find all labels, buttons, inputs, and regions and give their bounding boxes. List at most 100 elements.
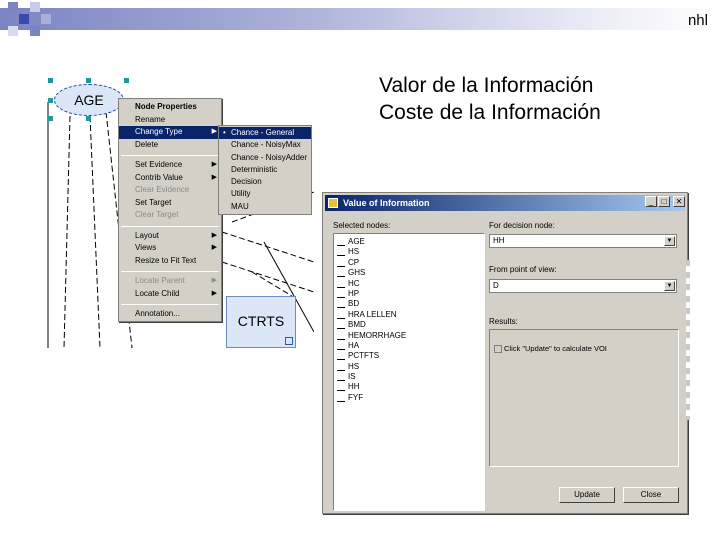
node-ctrts[interactable]: CTRTS: [226, 296, 296, 348]
submenu-item-chance-noisyadder[interactable]: Chance - NoisyAdder: [219, 152, 311, 164]
menu-separator: [121, 271, 219, 272]
close-button[interactable]: Close: [623, 487, 679, 503]
minimize-icon[interactable]: _: [645, 196, 657, 207]
update-button[interactable]: Update: [559, 487, 615, 503]
list-checkbox[interactable]: [337, 353, 345, 361]
list-checkbox[interactable]: [337, 291, 345, 298]
submenu-item-utility[interactable]: Utility: [219, 188, 311, 200]
node-name: HS: [348, 247, 360, 257]
menu-item-set-target[interactable]: Set Target: [119, 197, 221, 210]
list-checkbox[interactable]: [337, 374, 345, 382]
results-row[interactable]: Click "Update" to calculate VOI: [492, 344, 607, 354]
submenu-item-decision[interactable]: Decision: [219, 176, 311, 188]
menu-item-change-type[interactable]: Change Type ▶: [119, 126, 221, 139]
decor-square: [41, 14, 51, 24]
chevron-down-icon[interactable]: ▼: [664, 281, 675, 291]
selection-handle[interactable]: [86, 116, 91, 121]
node-name: IS: [348, 372, 356, 382]
list-checkbox[interactable]: [337, 281, 345, 288]
list-checkbox[interactable]: [337, 333, 345, 340]
list-item[interactable]: HH: [334, 382, 484, 392]
node-name: CP: [348, 257, 360, 267]
list-item[interactable]: BMD: [334, 320, 484, 330]
app-icon: [328, 198, 338, 208]
decor-square: [8, 2, 18, 12]
scrollbar[interactable]: [686, 260, 690, 420]
list-item[interactable]: HEMORRHAGE: [334, 331, 484, 341]
submenu-arrow-icon: ▶: [211, 128, 217, 135]
submenu-item-mau[interactable]: MAU: [219, 201, 311, 213]
selection-handle[interactable]: [48, 78, 53, 83]
menu-item-annotation[interactable]: Annotation...: [119, 308, 221, 321]
submenu-item-deterministic[interactable]: Deterministic: [219, 164, 311, 176]
menu-item-set-evidence[interactable]: Set Evidence ▶: [119, 159, 221, 172]
list-checkbox[interactable]: [337, 301, 345, 309]
node-name: BD: [348, 299, 360, 309]
list-checkbox[interactable]: [337, 249, 345, 257]
list-checkbox[interactable]: [337, 364, 345, 371]
menu-item-delete[interactable]: Delete: [119, 139, 221, 152]
point-of-view-value: D: [493, 281, 499, 290]
decision-node-select[interactable]: HH ▼: [489, 234, 677, 248]
list-item[interactable]: GHS: [334, 268, 484, 278]
list-item[interactable]: HRA LELLEN: [334, 310, 484, 320]
chevron-down-icon[interactable]: ▼: [664, 236, 675, 246]
list-checkbox[interactable]: [337, 312, 345, 319]
list-item[interactable]: PCTFTS: [334, 351, 484, 361]
list-checkbox[interactable]: [337, 239, 345, 246]
list-checkbox[interactable]: [337, 384, 345, 392]
menu-item-resize[interactable]: Resize to Fit Text: [119, 255, 221, 268]
selection-handle[interactable]: [124, 78, 129, 83]
list-item[interactable]: BD: [334, 299, 484, 309]
dialog-title: Value of Information: [343, 198, 430, 208]
menu-item-clear-evidence: Clear Evidence: [135, 185, 190, 194]
list-item[interactable]: CP: [334, 258, 484, 268]
list-item[interactable]: AGE: [334, 237, 484, 247]
expand-box-icon[interactable]: [494, 345, 502, 353]
list-item[interactable]: HA: [334, 341, 484, 351]
submenu-item-chance-general[interactable]: • Chance - General: [219, 127, 311, 140]
menu-item-contrib-value[interactable]: Contrib Value ▶: [119, 172, 221, 185]
selection-handle[interactable]: [86, 78, 91, 83]
close-icon[interactable]: ✕: [673, 196, 685, 207]
menu-item-rename[interactable]: Rename: [119, 114, 221, 127]
menu-item-views[interactable]: Views ▶: [119, 242, 221, 255]
selection-handle[interactable]: [48, 98, 53, 103]
menu-separator: [121, 304, 219, 305]
menu-separator: [121, 225, 219, 227]
menu-item-node-properties[interactable]: Node Properties: [119, 101, 221, 114]
point-of-view-select[interactable]: D ▼: [489, 279, 677, 293]
decor-square: [30, 26, 40, 36]
context-menu: Node Properties Rename Change Type ▶ Dele…: [118, 98, 222, 322]
list-checkbox[interactable]: [337, 260, 345, 267]
submenu-arrow-icon: ▶: [211, 161, 217, 168]
selected-nodes-list[interactable]: AGE HS CP GHS HC HP BD HRA LELLEN BMD HE…: [333, 233, 485, 511]
menu-item-locate-child[interactable]: Locate Child ▶: [119, 288, 221, 301]
menu-item-change-type-label: Change Type: [135, 127, 183, 136]
list-checkbox[interactable]: [337, 343, 345, 350]
results-label: Results:: [489, 317, 518, 326]
selected-nodes-label: Selected nodes:: [333, 221, 391, 230]
menu-item-layout[interactable]: Layout ▶: [119, 230, 221, 243]
list-item[interactable]: HS: [334, 362, 484, 372]
list-item[interactable]: FYF: [334, 393, 484, 403]
dialog-titlebar[interactable]: Value of Information: [325, 195, 685, 211]
list-checkbox[interactable]: [337, 395, 345, 402]
node-checkbox[interactable]: [285, 337, 293, 345]
node-name: GHS: [348, 268, 366, 278]
maximize-icon[interactable]: □: [658, 196, 670, 207]
list-item[interactable]: HS: [334, 247, 484, 257]
submenu-arrow-icon: ▶: [211, 244, 217, 251]
selection-handle[interactable]: [48, 116, 53, 121]
list-item[interactable]: HC: [334, 279, 484, 289]
menu-item-clear-target: Clear Target: [135, 210, 179, 219]
results-tree[interactable]: Click "Update" to calculate VOI: [489, 329, 679, 467]
list-item[interactable]: HP: [334, 289, 484, 299]
list-checkbox[interactable]: [337, 322, 345, 330]
node-age[interactable]: AGE: [54, 84, 124, 116]
list-checkbox[interactable]: [337, 270, 345, 278]
menu-separator: [121, 155, 219, 156]
submenu-item-chance-noisymax[interactable]: Chance - NoisyMax: [219, 139, 311, 151]
menu-item-contrib-value-label: Contrib Value: [135, 172, 183, 182]
list-item[interactable]: IS: [334, 372, 484, 382]
